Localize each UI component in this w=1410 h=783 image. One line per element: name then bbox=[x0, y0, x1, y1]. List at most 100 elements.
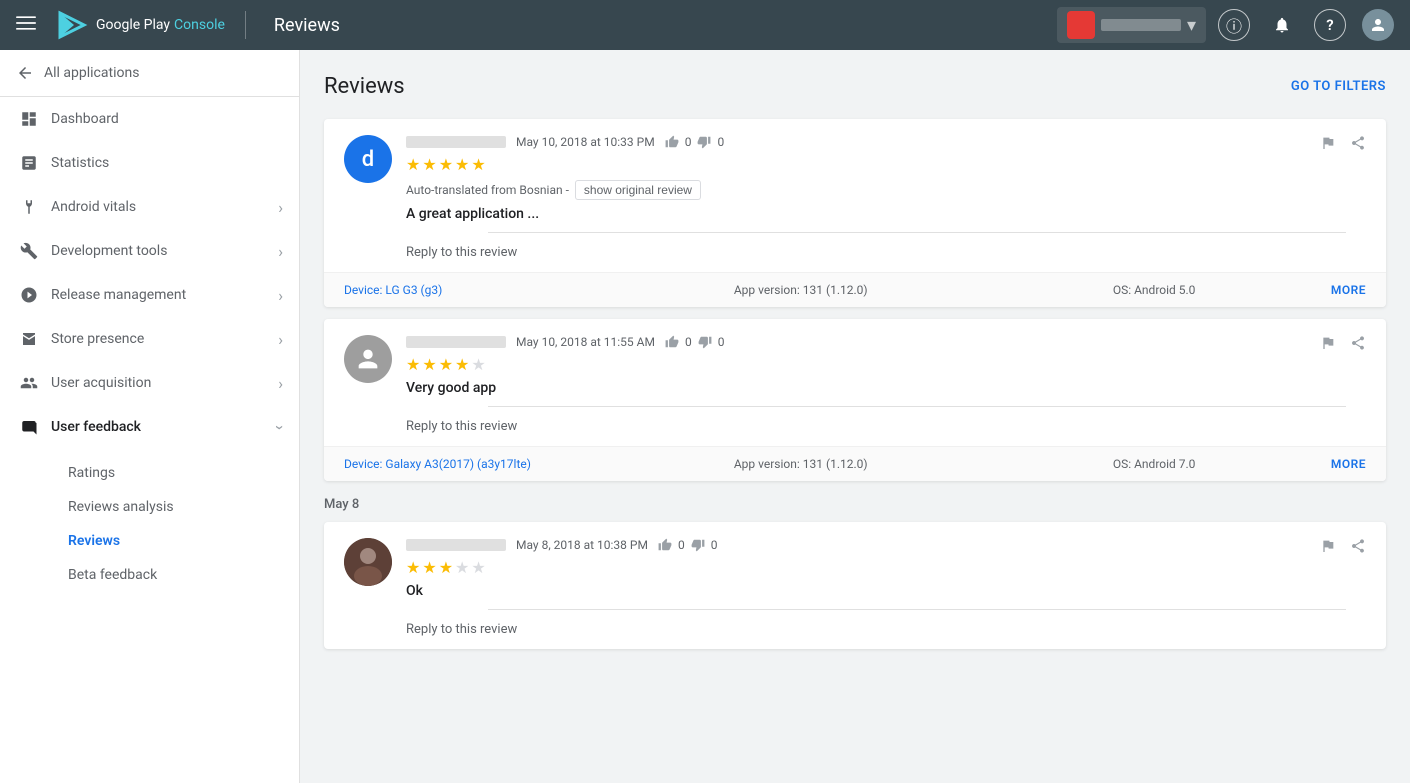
sidebar-item-reviews-analysis[interactable]: Reviews analysis bbox=[52, 491, 299, 523]
main-content: Reviews GO TO FILTERS d May 10, 2018 at … bbox=[300, 50, 1410, 783]
flag-3-icon[interactable] bbox=[1320, 538, 1336, 558]
sidebar-item-label-dev-tools: Development tools bbox=[51, 243, 266, 259]
review-2-main: May 10, 2018 at 11:55 AM 0 0 ★ ★ ★ bbox=[324, 319, 1386, 446]
release-mgmt-chevron-icon: › bbox=[278, 286, 283, 305]
review-3-reply-link[interactable]: Reply to this review bbox=[406, 614, 1366, 637]
star-r2-3: ★ bbox=[439, 355, 453, 374]
section-date-may8: May 8 bbox=[324, 497, 1386, 512]
review-2-footer: Device: Galaxy A3(2017) (a3y17lte) App v… bbox=[324, 446, 1386, 481]
back-to-all-apps[interactable]: All applications bbox=[0, 50, 299, 97]
thumbs-up-3-icon bbox=[658, 538, 672, 552]
sidebar-item-android-vitals[interactable]: Android vitals › bbox=[0, 185, 299, 229]
user-feedback-icon bbox=[19, 417, 39, 437]
play-console-logo-icon bbox=[56, 9, 88, 41]
flag-2-icon[interactable] bbox=[1320, 335, 1336, 355]
sidebar-item-reviews[interactable]: Reviews bbox=[52, 525, 299, 557]
review-2-text: Very good app bbox=[406, 380, 1366, 396]
help-icon[interactable]: ? bbox=[1314, 9, 1346, 41]
sidebar-item-dashboard[interactable]: Dashboard bbox=[0, 97, 299, 141]
reviewer-3-name-blur bbox=[406, 539, 506, 551]
review-2-more-button[interactable]: MORE bbox=[1331, 457, 1366, 471]
page-title: Reviews bbox=[324, 74, 405, 99]
review-1-text: A great application ... bbox=[406, 206, 1366, 222]
review-2-divider bbox=[488, 406, 1346, 407]
user-acq-icon bbox=[19, 373, 39, 393]
user-avatar[interactable] bbox=[1362, 9, 1394, 41]
sidebar-item-label-user-acq: User acquisition bbox=[51, 375, 266, 391]
review-1-body: May 10, 2018 at 10:33 PM 0 0 ★ ★ ★ bbox=[406, 135, 1366, 260]
review-1-more-button[interactable]: MORE bbox=[1331, 283, 1366, 297]
main-header: Reviews GO TO FILTERS bbox=[324, 74, 1386, 99]
review-1-reply-link[interactable]: Reply to this review bbox=[406, 237, 1366, 260]
sidebar-item-ratings[interactable]: Ratings bbox=[52, 457, 299, 489]
statistics-icon bbox=[19, 153, 39, 173]
sidebar-item-label-dashboard: Dashboard bbox=[51, 111, 283, 127]
star-r2-5: ★ bbox=[471, 355, 485, 374]
star-r3-5: ★ bbox=[471, 558, 485, 577]
app-icon bbox=[1067, 11, 1095, 39]
review-1-os: OS: Android 5.0 bbox=[977, 283, 1330, 297]
translation-note: Auto-translated from Bosnian - bbox=[406, 183, 569, 197]
android-vitals-chevron-icon: › bbox=[278, 198, 283, 217]
review-2-body: May 10, 2018 at 11:55 AM 0 0 ★ ★ ★ bbox=[406, 335, 1366, 434]
sidebar: All applications Dashboard Statistics An… bbox=[0, 50, 300, 783]
hamburger-menu-icon[interactable] bbox=[16, 13, 36, 38]
share-2-icon[interactable] bbox=[1350, 335, 1366, 355]
sidebar-item-store-presence[interactable]: Store presence › bbox=[0, 317, 299, 361]
star-r2-1: ★ bbox=[406, 355, 420, 374]
thumbs-down-2-icon bbox=[698, 335, 712, 349]
logo-text-console: Console bbox=[174, 17, 225, 33]
review-2-thumbs-up: 0 bbox=[685, 335, 692, 349]
review-2-actions bbox=[1320, 335, 1366, 355]
review-3-main: May 8, 2018 at 10:38 PM 0 0 ★ ★ ★ bbox=[324, 522, 1386, 649]
notifications-icon[interactable] bbox=[1266, 9, 1298, 41]
app-selector[interactable]: ▾ bbox=[1057, 7, 1206, 43]
review-2-reply-link[interactable]: Reply to this review bbox=[406, 411, 1366, 434]
sidebar-item-user-feedback[interactable]: User feedback › bbox=[0, 405, 299, 449]
reviewer-1-name-blur bbox=[406, 136, 506, 148]
star-r2-2: ★ bbox=[422, 355, 436, 374]
review-2-device-name: Galaxy A3(2017) (a3y17lte) bbox=[385, 457, 531, 471]
sidebar-item-beta-feedback[interactable]: Beta feedback bbox=[52, 559, 299, 591]
reviewer-2-name-blur bbox=[406, 336, 506, 348]
sidebar-item-label-store-presence: Store presence bbox=[51, 331, 266, 347]
go-to-filters-button[interactable]: GO TO FILTERS bbox=[1291, 79, 1386, 94]
review-3-votes: 0 0 bbox=[658, 538, 718, 552]
divider bbox=[245, 11, 246, 39]
review-1-thumbs-down: 0 bbox=[717, 135, 724, 149]
sidebar-item-label-release-mgmt: Release management bbox=[51, 287, 266, 303]
sidebar-item-label-user-feedback: User feedback bbox=[51, 419, 266, 435]
sidebar-item-user-acquisition[interactable]: User acquisition › bbox=[0, 361, 299, 405]
star-r3-2: ★ bbox=[422, 558, 436, 577]
star-r3-3: ★ bbox=[439, 558, 453, 577]
review-card-1: d May 10, 2018 at 10:33 PM 0 0 bbox=[324, 119, 1386, 307]
review-1-header: May 10, 2018 at 10:33 PM 0 0 bbox=[406, 135, 1366, 149]
app-logo: Google Play Console bbox=[56, 9, 225, 41]
review-card-2: May 10, 2018 at 11:55 AM 0 0 ★ ★ ★ bbox=[324, 319, 1386, 481]
thumbs-down-3-icon bbox=[691, 538, 705, 552]
star-2: ★ bbox=[422, 155, 436, 174]
review-1-translation: Auto-translated from Bosnian - show orig… bbox=[406, 180, 1366, 200]
store-presence-icon bbox=[19, 329, 39, 349]
sidebar-item-statistics[interactable]: Statistics bbox=[0, 141, 299, 185]
review-2-device: Device: Galaxy A3(2017) (a3y17lte) bbox=[344, 457, 624, 471]
review-card-3-inner: May 8, 2018 at 10:38 PM 0 0 ★ ★ ★ bbox=[324, 522, 1386, 649]
share-icon[interactable] bbox=[1350, 135, 1366, 155]
device-2-prefix: Device: bbox=[344, 457, 385, 471]
flag-icon[interactable] bbox=[1320, 135, 1336, 155]
reviews-analysis-label: Reviews analysis bbox=[68, 499, 174, 515]
review-2-avatar bbox=[344, 335, 392, 383]
show-original-button[interactable]: show original review bbox=[575, 180, 701, 200]
user-acq-chevron-icon: › bbox=[278, 374, 283, 393]
sidebar-item-release-management[interactable]: Release management › bbox=[0, 273, 299, 317]
share-3-icon[interactable] bbox=[1350, 538, 1366, 558]
thumbs-up-icon bbox=[665, 135, 679, 149]
sidebar-item-development-tools[interactable]: Development tools › bbox=[0, 229, 299, 273]
review-1-stars: ★ ★ ★ ★ ★ bbox=[406, 155, 1366, 174]
review-3-avatar-img bbox=[344, 538, 392, 586]
star-3: ★ bbox=[439, 155, 453, 174]
info-icon[interactable]: ⓘ bbox=[1218, 9, 1250, 41]
star-4: ★ bbox=[455, 155, 469, 174]
app-name-blur bbox=[1101, 19, 1181, 31]
review-3-thumbs-up: 0 bbox=[678, 538, 685, 552]
